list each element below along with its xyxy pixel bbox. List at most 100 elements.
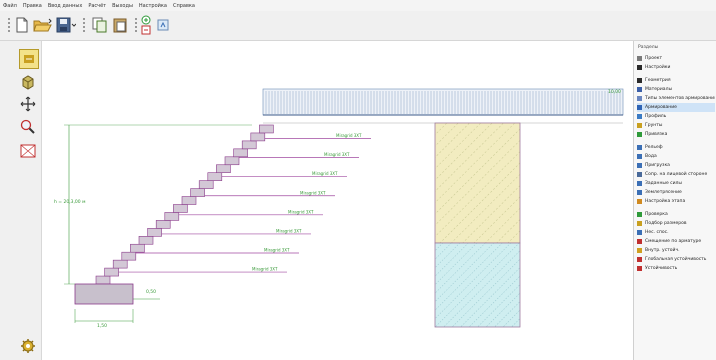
move-icon (20, 96, 36, 112)
wall-block (164, 212, 180, 221)
stage-icon (157, 19, 169, 31)
zoom-extents-button[interactable] (19, 142, 37, 160)
panel-item[interactable]: Вода (637, 152, 715, 161)
menu-item[interactable]: Настройка (139, 3, 167, 9)
base-width-label: 1,50 (97, 323, 107, 329)
panel-item-label: Подбор размеров (645, 221, 687, 226)
panel-item[interactable]: Смещение по арматуре (637, 237, 715, 246)
panel-item[interactable]: Материалы (637, 85, 715, 94)
section-icon (637, 163, 642, 168)
left-toolbar (0, 41, 42, 360)
stage-1-button[interactable] (156, 18, 170, 32)
wall-block (241, 140, 257, 150)
zoom-icon (20, 119, 35, 134)
panel-item-label: Нес. спос. (645, 230, 669, 235)
wall-block (112, 259, 128, 269)
panel-item[interactable]: Заданные силы (637, 179, 715, 188)
menu-item[interactable]: Выходы (112, 3, 133, 9)
paste-data-button[interactable] (111, 16, 129, 34)
panel-item[interactable]: Типы элементов армирования (637, 94, 715, 103)
panel-item[interactable]: Настройки (637, 63, 715, 72)
panel-item[interactable]: Грунты (637, 121, 715, 130)
save-button[interactable] (55, 16, 77, 34)
wall-block (233, 148, 248, 158)
panel-item-label: Типы элементов армирования (645, 96, 715, 101)
save-icon (56, 17, 76, 33)
panel-item[interactable]: Глобальная устойчивость (637, 255, 715, 264)
wall-block (224, 156, 240, 166)
open-file-button[interactable] (32, 16, 54, 34)
panel-item[interactable]: Профиль (637, 112, 715, 121)
panel-item[interactable]: Подбор размеров (637, 219, 715, 228)
panel-item-label: Привязка (645, 132, 668, 137)
wall-block (138, 236, 154, 245)
panel-title: Разделы (638, 45, 659, 50)
zoom-button[interactable] (19, 118, 37, 136)
setback-dimension: 0,50 (133, 289, 160, 300)
panel-item[interactable]: Проверка (637, 210, 715, 219)
section-icon (637, 105, 642, 110)
menu-item[interactable]: Файл (3, 3, 17, 9)
section-icon (637, 239, 642, 244)
section-icon (637, 190, 642, 195)
panel-item-label: Профиль (645, 114, 667, 119)
cube-icon (22, 75, 34, 90)
add-remove-stage-button[interactable] (139, 14, 153, 36)
menu-item[interactable]: Правка (23, 3, 42, 9)
panel-item[interactable]: Проект (637, 54, 715, 63)
wall-block (121, 251, 137, 261)
soil-column (434, 122, 521, 328)
panel-item-label: Вода (645, 154, 657, 159)
panel-item[interactable]: Нес. спос. (637, 228, 715, 237)
panel-item[interactable]: Пригрузка (637, 161, 715, 170)
new-file-button[interactable] (13, 16, 31, 34)
panel-item[interactable]: Армирование (637, 103, 715, 112)
3d-view-button[interactable] (19, 73, 37, 91)
section-icon (637, 257, 642, 262)
panel-item[interactable]: Устойчивость (637, 264, 715, 273)
section-icon (637, 56, 642, 61)
section-icon (637, 172, 642, 177)
move-button[interactable] (19, 95, 37, 113)
gear-icon (21, 339, 35, 353)
section-icon (637, 199, 642, 204)
section-icon (637, 248, 642, 253)
wall-block (190, 188, 205, 197)
load-value: 10,00 (608, 89, 621, 95)
wall-footing (74, 283, 134, 305)
wall-blocks (95, 124, 274, 285)
reinforcement-label: Miragrid 3XT (300, 190, 326, 195)
panel-item-label: Настройки (645, 65, 671, 70)
new-file-icon (16, 17, 28, 33)
grip-icon (80, 16, 88, 34)
wall-block (198, 180, 214, 189)
drawing-mode-button[interactable] (19, 49, 39, 69)
panel-item-label: Внутр. устойч. (645, 248, 680, 253)
panel-item-label: Смещение по арматуре (645, 239, 702, 244)
menu-item[interactable]: Справка (173, 3, 195, 9)
wall-block (259, 124, 274, 134)
section-icon (637, 65, 642, 70)
panel-item-label: Рельеф (645, 145, 663, 150)
wall-block (181, 196, 197, 205)
settings-button[interactable] (19, 337, 37, 355)
section-icon (637, 96, 642, 101)
panel-item[interactable]: Геометрия (637, 76, 715, 85)
menu-item[interactable]: Ввод данных (48, 3, 82, 9)
panel-item[interactable]: Рельеф (637, 143, 715, 152)
panel-item[interactable]: Сопр. на лицевой стороне (637, 170, 715, 179)
setback-dim-label: 0,50 (146, 289, 156, 295)
section-icon (637, 230, 642, 235)
panel-item[interactable]: Привязка (637, 130, 715, 139)
panel-item[interactable]: Внутр. устойч. (637, 246, 715, 255)
drawing-canvas[interactable]: 10,00 Miragrid 3XT Miragrid 3XT Miragrid 3… (42, 41, 633, 360)
panel-item-label: Геометрия (645, 78, 671, 83)
reinforcement-label: Miragrid 3XT (264, 247, 290, 252)
panel-item[interactable]: Настройка этапа (637, 197, 715, 206)
surcharge-load: 10,00 (262, 88, 624, 116)
folder-open-icon (33, 18, 52, 32)
height-dim-label: h = 20,3,00 м (54, 199, 86, 205)
menu-item[interactable]: Расчёт (88, 3, 106, 9)
panel-item[interactable]: Землетрясение (637, 188, 715, 197)
copy-data-button[interactable] (91, 16, 109, 34)
